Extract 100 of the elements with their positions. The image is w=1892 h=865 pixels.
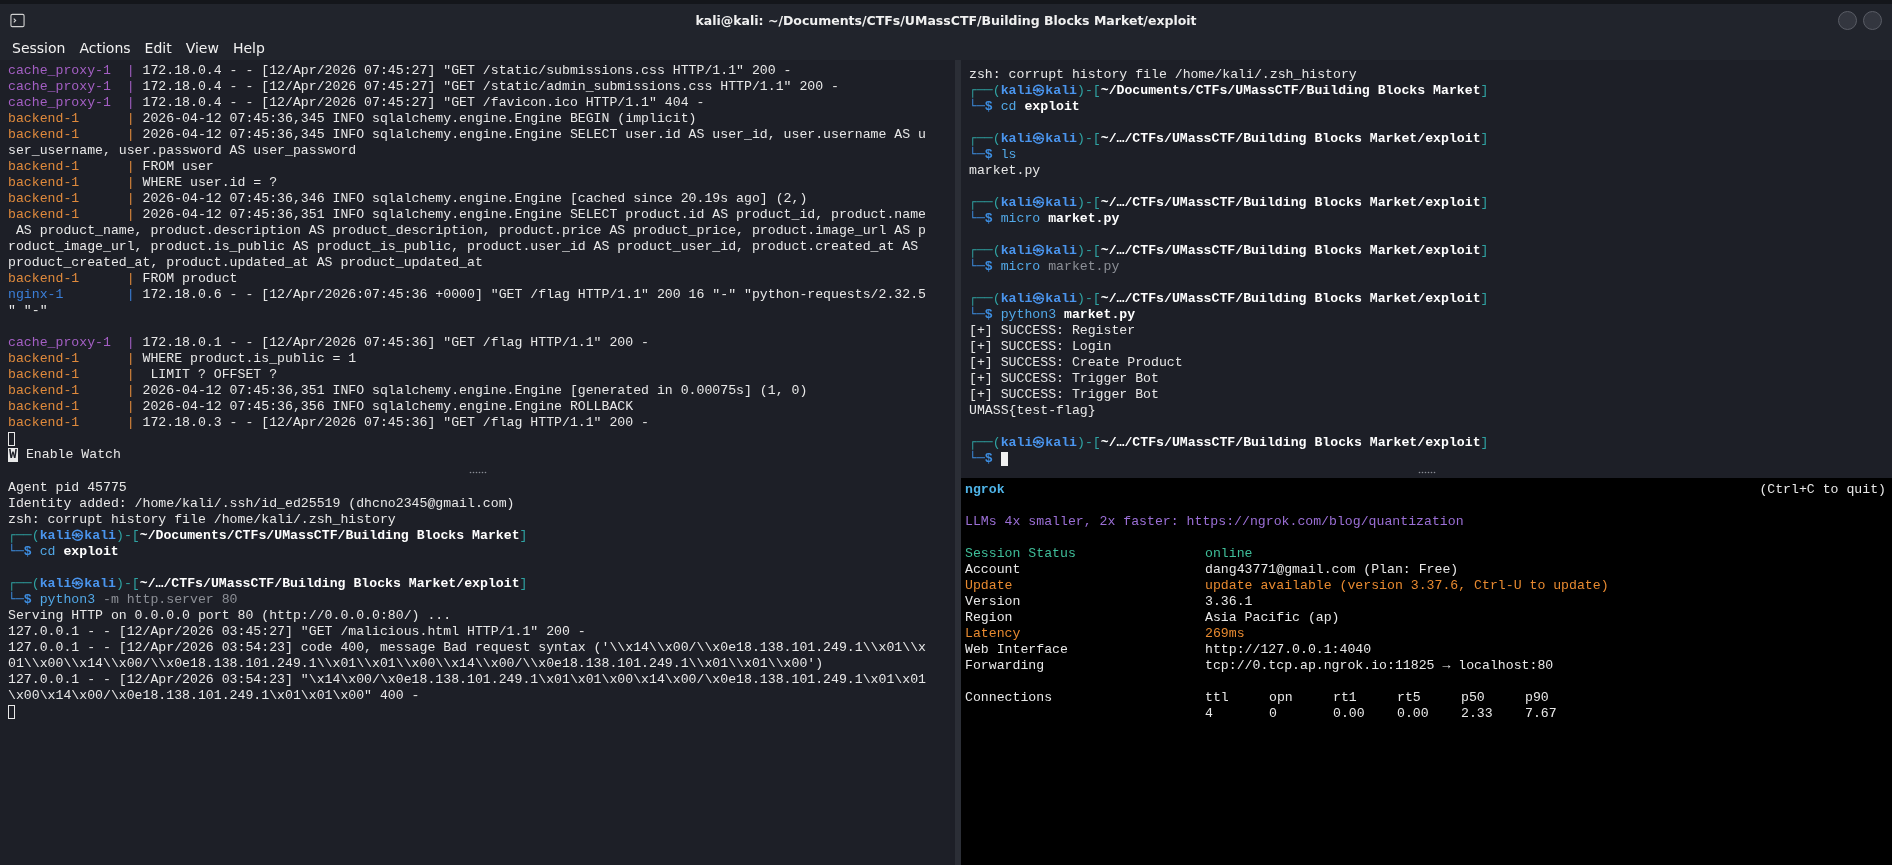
menu-item[interactable]: Edit: [144, 40, 172, 56]
command-line: └─$ ls: [969, 147, 1017, 163]
output-line: product_created_at, product.updated_at AS product_updated_at: [8, 255, 483, 271]
command-line: └─$: [969, 451, 993, 466]
output-line: zsh: corrupt history file /home/kali/.zsh_history: [8, 512, 396, 528]
output-line: 127.0.0.1 - - [12/Apr/2026 03:54:23] "\x14\x00/\x0e18.138.101.249.1\x01\x01\x00\x14\x00/\x0e18.138.101.249.1\x01\x01: [8, 672, 926, 688]
command-line: └─$ cd exploit: [8, 544, 119, 560]
prompt-line: ┌──(kali㉿kali)-[~/…/CTFs/UMassCTF/Building Blocks Market/exploit]: [969, 195, 1489, 211]
output-line: 127.0.0.1 - - [12/Apr/2026 03:45:27] "GET /malicious.html HTTP/1.1" 200 -: [8, 624, 586, 640]
text-cursor: [8, 705, 15, 719]
status-label: Forwarding: [965, 658, 1045, 673]
column-header: ttl: [1205, 690, 1229, 705]
text-cursor: [8, 432, 15, 446]
status-value: dang43771@gmail.com (Plan: Free): [1205, 562, 1459, 578]
output-line: 127.0.0.1 - - [12/Apr/2026 03:54:23] code 400, message Bad request syntax ('\\x14\\x00/\\x0e18.138.101.249.1\\x01\\x: [8, 640, 926, 656]
table-cell: 0.00: [1333, 706, 1365, 721]
table-cell: 0: [1269, 706, 1277, 721]
log-line: backend-1 | 2026-04-12 07:45:36,346 INFO sqlalchemy.engine.Engine [cached since 20.19s ago] (2,): [8, 191, 808, 207]
command-line: └─$ cd exploit: [969, 99, 1080, 115]
log-line: cache_proxy-1 | 172.18.0.4 - - [12/Apr/2026 07:45:27] "GET /static/submissions.css HTTP/1.1" 200 -: [8, 63, 792, 79]
prompt-line: ┌──(kali㉿kali)-[~/…/CTFs/UMassCTF/Building Blocks Market/exploit]: [969, 243, 1489, 259]
log-line: backend-1 | 172.18.0.3 - - [12/Apr/2026 07:45:36] "GET /flag HTTP/1.1" 200 -: [8, 415, 650, 431]
output-line: Identity added: /home/kali/.ssh/id_ed25519 (dhcno2345@gmail.com): [8, 496, 515, 512]
log-line: backend-1 | 2026-04-12 07:45:36,345 INFO sqlalchemy.engine.Engine SELECT user.id AS user_id, user.username AS u: [8, 127, 926, 143]
table-cell: 2.33: [1461, 706, 1493, 721]
log-line: backend-1 | 2026-04-12 07:45:36,351 INFO sqlalchemy.engine.Engine SELECT product.id AS product_id, product.name: [8, 207, 926, 223]
column-header: opn: [1269, 690, 1293, 705]
menu-item[interactable]: Session: [12, 40, 66, 56]
prompt-line: ┌──(kali㉿kali)-[~/…/CTFs/UMassCTF/Building Blocks Market/exploit]: [969, 435, 1489, 451]
banner-text: LLMs 4x smaller, 2x faster: https://ngrok.com/blog/quantization: [965, 514, 1464, 529]
output-line: [+] SUCCESS: Register: [969, 323, 1136, 339]
quit-hint: (Ctrl+C to quit): [1759, 482, 1886, 498]
app-title: ngrok: [965, 482, 1005, 498]
output-line: Serving HTTP on 0.0.0.0 port 80 (http://0.0.0.0:80/) ...: [8, 608, 452, 624]
status-label: Region: [965, 610, 1013, 625]
status-value: 3.36.1: [1205, 594, 1253, 610]
output-line: [+] SUCCESS: Trigger Bot: [969, 387, 1159, 403]
log-line: backend-1 | FROM product: [8, 271, 238, 287]
log-line: cache_proxy-1 | 172.18.0.1 - - [12/Apr/2026 07:45:36] "GET /flag HTTP/1.1" 200 -: [8, 335, 650, 351]
watch-label: Enable Watch: [25, 447, 121, 462]
status-label: Update: [965, 578, 1013, 593]
output-line: [+] SUCCESS: Trigger Bot: [969, 371, 1159, 387]
terminal-icon: [10, 12, 25, 28]
output-line: ser_username, user.password AS user_password: [8, 143, 357, 159]
output-line: 01\\x00\\x14\\x00/\\x0e18.138.101.249.1\\x01\\x01\\x00\\x14\\x00/\\x0e18.138.101.249.1\\x01\\x01\\x00'): [8, 656, 824, 672]
table-cell: 4: [1205, 706, 1213, 721]
prompt-line: ┌──(kali㉿kali)-[~/…/CTFs/UMassCTF/Building Blocks Market/exploit]: [969, 131, 1489, 147]
status-label: Connections: [965, 690, 1053, 705]
output-line: " "-": [8, 303, 48, 319]
table-cell: 0.00: [1397, 706, 1429, 721]
output-line: UMASS{test-flag}: [969, 403, 1096, 419]
output-line: market.py: [969, 163, 1041, 179]
column-header: p50: [1461, 690, 1485, 705]
log-line: cache_proxy-1 | 172.18.0.4 - - [12/Apr/2026 07:45:27] "GET /favicon.ico HTTP/1.1" 404 -: [8, 95, 705, 111]
prompt-line: ┌──(kali㉿kali)-[~/Documents/CTFs/UMassCTF/Building Blocks Market]: [8, 528, 528, 544]
prompt-line: ┌──(kali㉿kali)-[~/…/CTFs/UMassCTF/Building Blocks Market/exploit]: [8, 576, 528, 592]
status-value: tcp://0.tcp.ap.ngrok.io:11825 → localhost:80: [1205, 658, 1554, 674]
log-line: backend-1 | LIMIT ? OFFSET ?: [8, 367, 278, 383]
command-line: └─$ micro market.py: [969, 259, 1120, 275]
output-line: roduct_image_url, product.is_public AS product_is_public, product.user_id AS product_user_id, product.created_at AS: [8, 239, 919, 255]
status-label: Version: [965, 594, 1021, 609]
prompt-line: ┌──(kali㉿kali)-[~/Documents/CTFs/UMassCTF/Building Blocks Market]: [969, 83, 1489, 99]
column-header: rt1: [1333, 690, 1357, 705]
menu-item[interactable]: Actions: [79, 40, 131, 56]
status-value: online: [1205, 546, 1253, 562]
window-title: kali@kali: ~/Documents/CTFs/UMassCTF/Building Blocks Market/exploit: [695, 12, 1197, 28]
log-line: backend-1 | 2026-04-12 07:45:36,351 INFO sqlalchemy.engine.Engine [generated in 0.00075s] (1, 0): [8, 383, 808, 399]
column-header: rt5: [1397, 690, 1421, 705]
log-line: cache_proxy-1 | 172.18.0.4 - - [12/Apr/2026 07:45:27] "GET /static/admin_submissions.css HTTP/1.1" 200 -: [8, 79, 839, 95]
log-line: backend-1 | 2026-04-12 07:45:36,356 INFO sqlalchemy.engine.Engine ROLLBACK: [8, 399, 634, 415]
log-line: nginx-1 | 172.18.0.6 - - [12/Apr/2026:07:45:36 +0000] "GET /flag HTTP/1.1" 200 16 "-" "python-requests/2.32.5: [8, 287, 926, 303]
status-value: update available (version 3.37.6, Ctrl-U to update): [1205, 578, 1609, 594]
column-header: p90: [1525, 690, 1549, 705]
status-value: Asia Pacific (ap): [1205, 610, 1340, 626]
status-value: http://127.0.0.1:4040: [1205, 642, 1372, 658]
log-line: backend-1 | FROM user: [8, 159, 214, 175]
command-line: └─$ python3 market.py: [969, 307, 1136, 323]
menu-item[interactable]: Help: [232, 40, 265, 56]
log-line: backend-1 | WHERE user.id = ?: [8, 175, 278, 191]
splitter-handle-icon[interactable]: [1417, 470, 1436, 474]
status-label: Account: [965, 562, 1021, 577]
log-line: backend-1 | WHERE product.is_public = 1: [8, 351, 357, 367]
output-line: Agent pid 45775: [8, 480, 127, 496]
output-line: zsh: corrupt history file /home/kali/.zsh_history: [969, 67, 1357, 83]
command-line: └─$ micro market.py: [969, 211, 1120, 227]
status-label: Session Status: [965, 546, 1076, 561]
output-line: AS product_name, product.description AS product_description, product.price AS product_price, product.image_url AS p: [14, 223, 926, 239]
prompt-line: ┌──(kali㉿kali)-[~/…/CTFs/UMassCTF/Building Blocks Market/exploit]: [969, 291, 1489, 307]
command-line: └─$ python3 -m http.server 80: [8, 592, 238, 608]
menu-item[interactable]: View: [185, 40, 219, 56]
output-line: \x00\x14\x00/\x0e18.138.101.249.1\x01\x01\x00" 400 -: [8, 688, 420, 704]
output-line: [+] SUCCESS: Create Product: [969, 355, 1183, 371]
status-value: 269ms: [1205, 626, 1245, 642]
shortcut-key: W: [8, 447, 18, 462]
splitter-handle-icon[interactable]: [468, 470, 487, 474]
output-line: [+] SUCCESS: Login: [969, 339, 1112, 355]
status-label: Web Interface: [965, 642, 1068, 657]
status-label: Latency: [965, 626, 1021, 641]
log-line: backend-1 | 2026-04-12 07:45:36,345 INFO sqlalchemy.engine.Engine BEGIN (implicit): [8, 111, 697, 127]
table-cell: 7.67: [1525, 706, 1557, 721]
